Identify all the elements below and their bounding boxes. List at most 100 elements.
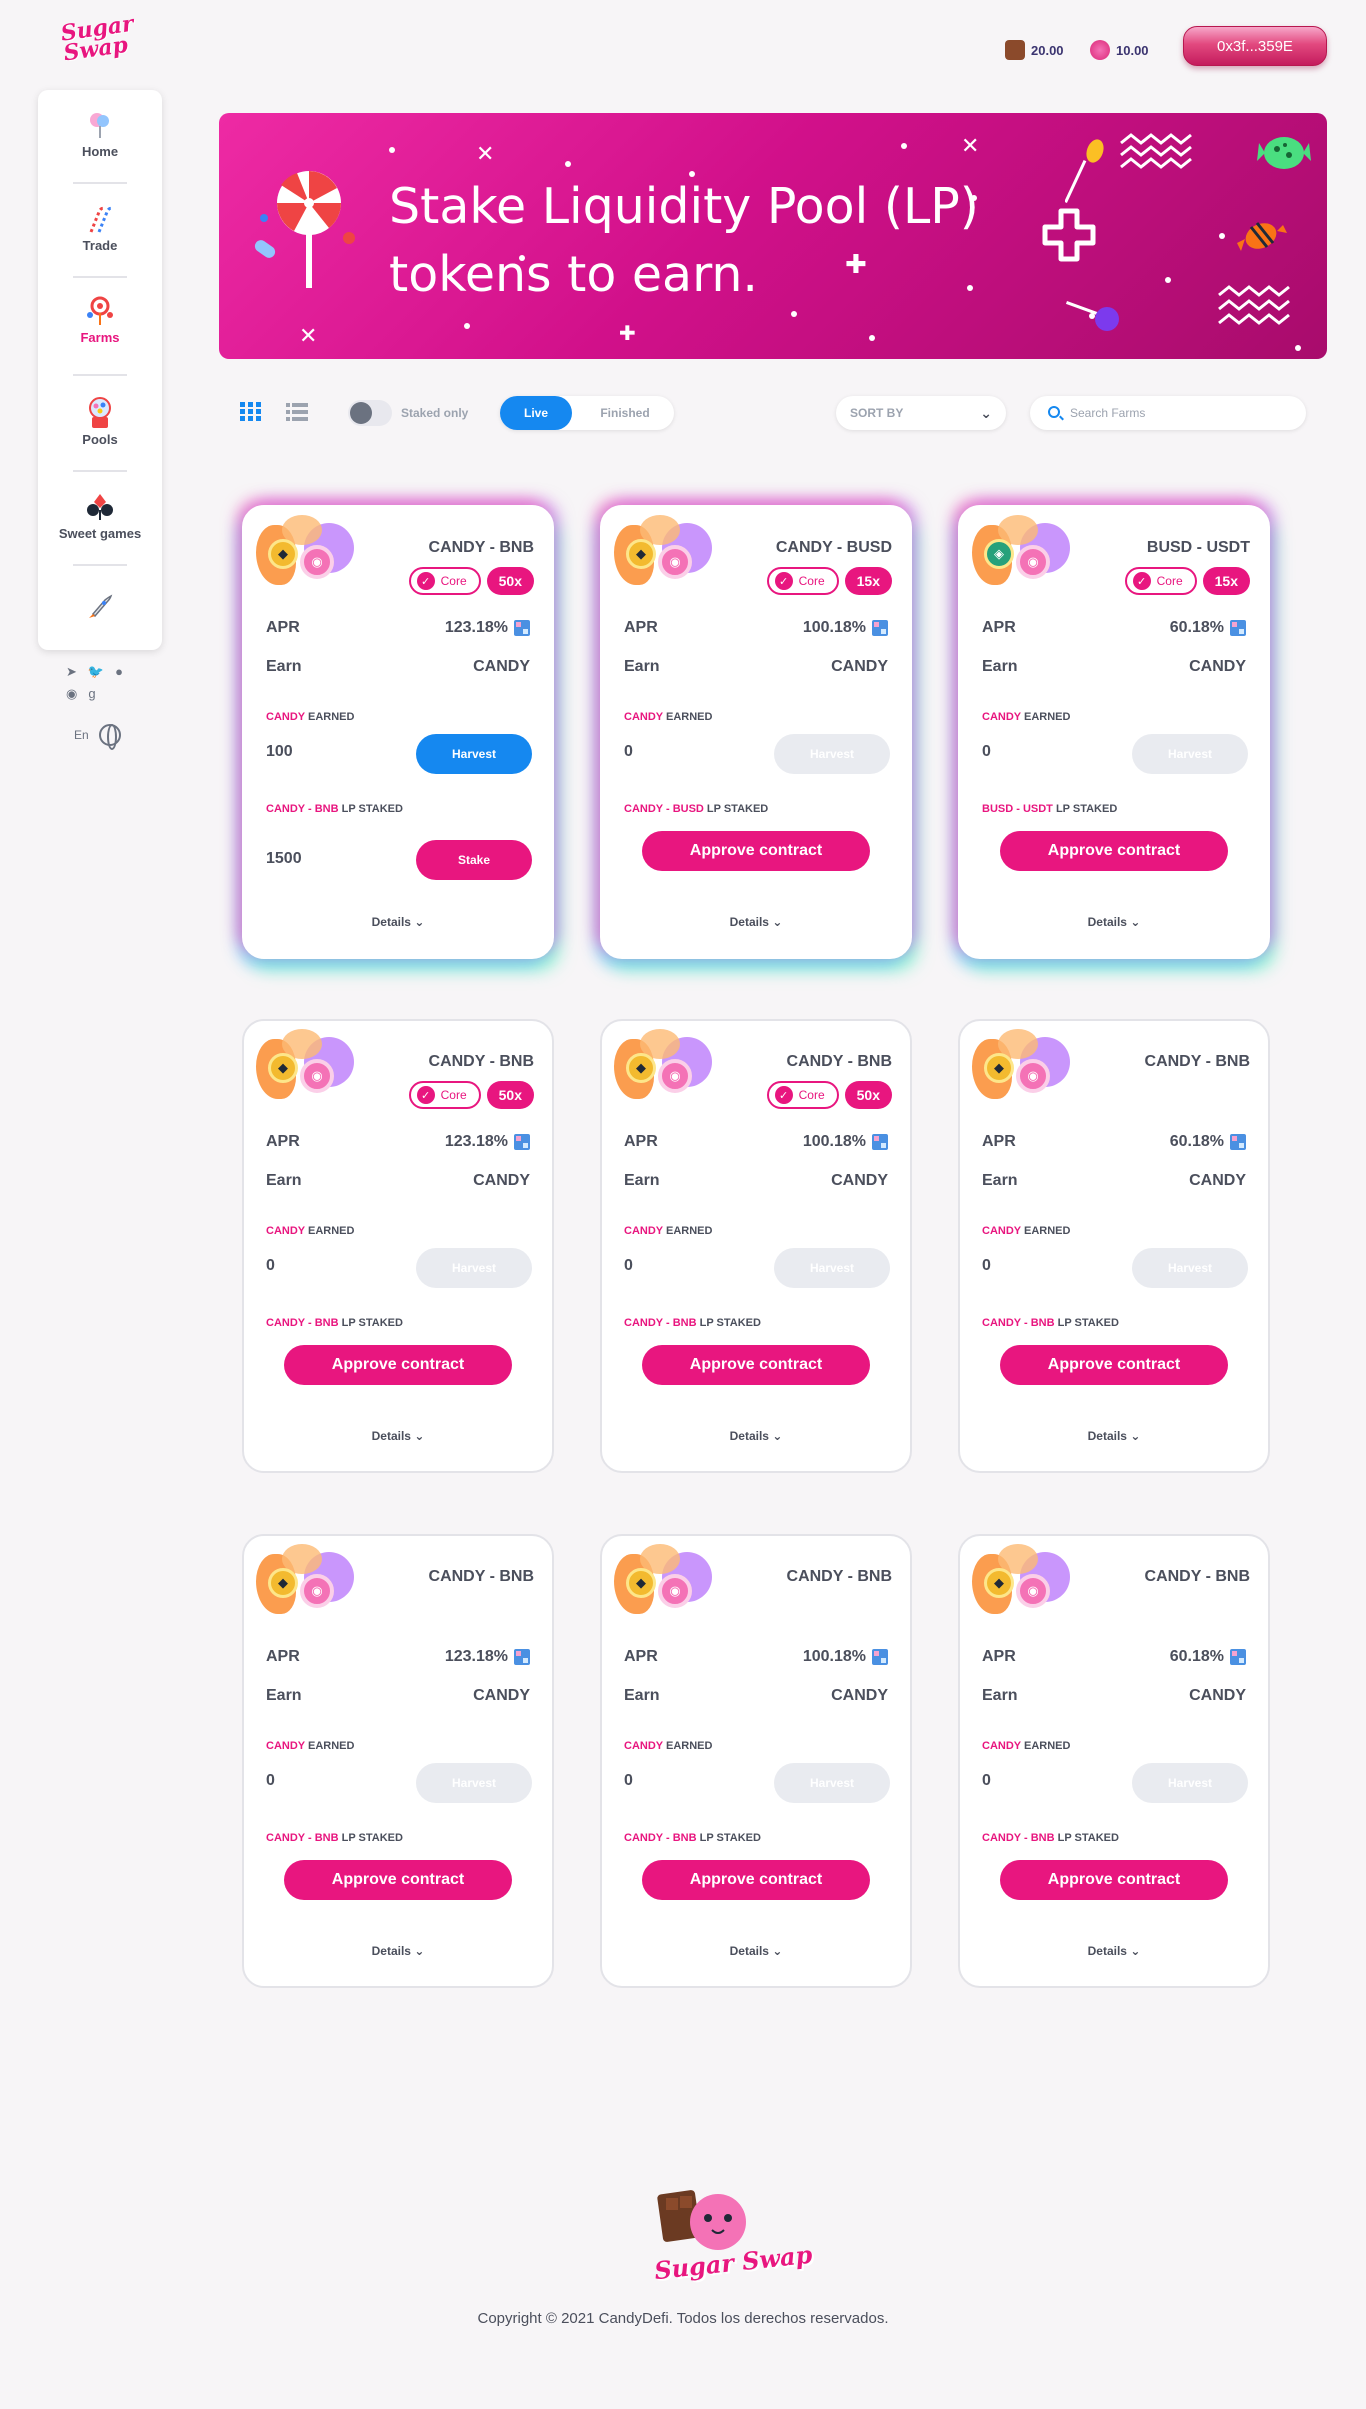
grid-view-icon[interactable] bbox=[240, 402, 262, 422]
divider bbox=[73, 470, 127, 472]
core-label: Core bbox=[798, 574, 825, 588]
earn-label: Earn bbox=[266, 658, 302, 675]
details-toggle[interactable]: Details ⌄ bbox=[960, 915, 1268, 929]
footer-logo: Sugar Swap bbox=[652, 2184, 814, 2290]
earn-token: CANDY bbox=[1189, 1172, 1246, 1189]
details-toggle[interactable]: Details ⌄ bbox=[602, 1944, 910, 1958]
details-toggle[interactable]: Details ⌄ bbox=[244, 1944, 552, 1958]
logo[interactable]: Sugar Swap bbox=[59, 11, 144, 67]
search-icon bbox=[1048, 406, 1060, 418]
green-candy-icon bbox=[1257, 137, 1311, 169]
approve-contract-button[interactable]: Approve contract bbox=[642, 1860, 870, 1900]
reddit-icon[interactable]: ● bbox=[115, 664, 123, 680]
calculator-icon[interactable] bbox=[872, 1134, 888, 1150]
apr-row: APR 100.18% bbox=[624, 1648, 888, 1666]
calculator-icon[interactable] bbox=[514, 620, 530, 636]
apr-value: 123.18% bbox=[444, 619, 508, 636]
harvest-button[interactable]: Harvest bbox=[1132, 1763, 1248, 1803]
harvest-button[interactable]: Harvest bbox=[774, 1248, 890, 1288]
big-plus-icon bbox=[1042, 208, 1096, 262]
multiplier-badge: 50x bbox=[486, 1081, 534, 1109]
calculator-icon[interactable] bbox=[1230, 620, 1246, 636]
approve-contract-button[interactable]: Approve contract bbox=[642, 831, 870, 871]
harvest-button[interactable]: Harvest bbox=[416, 1248, 532, 1288]
stake-button[interactable]: Stake bbox=[416, 840, 532, 880]
pair-name: CANDY - BNB bbox=[1144, 1568, 1250, 1585]
details-toggle[interactable]: Details ⌄ bbox=[960, 1429, 1268, 1443]
calculator-icon[interactable] bbox=[514, 1649, 530, 1665]
core-badge: ✓ Core bbox=[408, 1081, 481, 1109]
sidebar-item-farms[interactable]: Farms bbox=[38, 294, 162, 345]
language-selector[interactable]: En bbox=[74, 724, 121, 750]
sidebar-item-trade[interactable]: Trade bbox=[38, 202, 162, 253]
chevron-down-icon: ⌄ bbox=[1130, 915, 1141, 929]
harvest-button[interactable]: Harvest bbox=[416, 734, 532, 774]
details-toggle[interactable]: Details ⌄ bbox=[602, 915, 910, 929]
details-toggle[interactable]: Details ⌄ bbox=[602, 1429, 910, 1443]
logo-text: Sugar Swap bbox=[59, 10, 136, 67]
staked-label: CANDY - BNB LP STAKED bbox=[266, 1832, 403, 1844]
chevron-down-icon: ⌄ bbox=[414, 1944, 425, 1958]
approve-contract-button[interactable]: Approve contract bbox=[1000, 831, 1228, 871]
earn-row: Earn CANDY bbox=[266, 1172, 530, 1190]
banner-line-2: tokens to earn. bbox=[389, 246, 758, 303]
apr-value: 100.18% bbox=[802, 1133, 866, 1150]
tab-finished[interactable]: Finished bbox=[580, 396, 670, 430]
staked-only-toggle[interactable] bbox=[348, 400, 392, 426]
earn-token: CANDY bbox=[473, 658, 530, 675]
harvest-button[interactable]: Harvest bbox=[774, 1763, 890, 1803]
list-view-icon[interactable] bbox=[286, 402, 308, 422]
earned-label: CANDY EARNED bbox=[624, 1225, 713, 1237]
pair-name: CANDY - BNB bbox=[786, 1568, 892, 1585]
earned-value: 100 bbox=[266, 743, 293, 760]
details-toggle[interactable]: Details ⌄ bbox=[244, 915, 552, 929]
approve-contract-button[interactable]: Approve contract bbox=[284, 1860, 512, 1900]
approve-contract-button[interactable]: Approve contract bbox=[642, 1345, 870, 1385]
sidebar-item-sweet-games[interactable]: Sweet games bbox=[38, 490, 162, 541]
harvest-button[interactable]: Harvest bbox=[1132, 1248, 1248, 1288]
details-toggle[interactable]: Details ⌄ bbox=[244, 1429, 552, 1443]
wallet-button[interactable]: 0x3f...359E bbox=[1183, 26, 1327, 66]
search-input[interactable] bbox=[1070, 396, 1290, 430]
harvest-button[interactable]: Harvest bbox=[1132, 734, 1248, 774]
token-a-icon: ◆ bbox=[626, 1053, 656, 1083]
calculator-icon[interactable] bbox=[1230, 1649, 1246, 1665]
earned-value: 0 bbox=[982, 1257, 991, 1274]
approve-contract-button[interactable]: Approve contract bbox=[1000, 1345, 1228, 1385]
plus-icon: ✚ bbox=[845, 249, 867, 279]
calculator-icon[interactable] bbox=[872, 620, 888, 636]
approve-contract-button[interactable]: Approve contract bbox=[1000, 1860, 1228, 1900]
earn-row: Earn CANDY bbox=[624, 1172, 888, 1190]
calculator-icon[interactable] bbox=[872, 1649, 888, 1665]
details-toggle[interactable]: Details ⌄ bbox=[960, 1944, 1268, 1958]
chocolate-balance-value: 20.00 bbox=[1031, 42, 1064, 58]
candy-cane-icon bbox=[83, 202, 117, 236]
twitter-icon[interactable]: 🐦 bbox=[88, 664, 104, 680]
earned-value: 0 bbox=[624, 743, 633, 760]
harvest-button[interactable]: Harvest bbox=[416, 1763, 532, 1803]
calculator-icon[interactable] bbox=[514, 1134, 530, 1150]
sidebar-item-home[interactable]: Home bbox=[38, 108, 162, 159]
apr-value: 100.18% bbox=[802, 619, 866, 636]
apr-value: 60.18% bbox=[1169, 1133, 1224, 1150]
earned-label: CANDY EARNED bbox=[982, 711, 1071, 723]
google-icon[interactable]: g bbox=[88, 686, 95, 702]
harvest-button[interactable]: Harvest bbox=[774, 734, 890, 774]
apr-label: APR bbox=[266, 619, 300, 636]
sort-select[interactable]: SORT BY ⌄ bbox=[836, 396, 1006, 430]
sidebar-item-pools[interactable]: Pools bbox=[38, 396, 162, 447]
candy-balance: 10.00 bbox=[1090, 40, 1149, 60]
earn-label: Earn bbox=[624, 1687, 660, 1704]
sidebar-item-rocket[interactable] bbox=[38, 590, 162, 624]
earn-label: Earn bbox=[982, 658, 1018, 675]
earn-token: CANDY bbox=[473, 1687, 530, 1704]
approve-contract-button[interactable]: Approve contract bbox=[284, 1345, 512, 1385]
github-icon[interactable]: ◉ bbox=[66, 686, 77, 702]
tab-live[interactable]: Live bbox=[500, 396, 572, 430]
candy-token-icon: ◉ bbox=[1016, 1059, 1050, 1093]
telegram-icon[interactable]: ➤ bbox=[66, 664, 77, 680]
calculator-icon[interactable] bbox=[1230, 1134, 1246, 1150]
chevron-down-icon: ⌄ bbox=[772, 1944, 783, 1958]
token-a-icon: ◈ bbox=[984, 539, 1014, 569]
pair-name: CANDY - BNB bbox=[1144, 1053, 1250, 1070]
